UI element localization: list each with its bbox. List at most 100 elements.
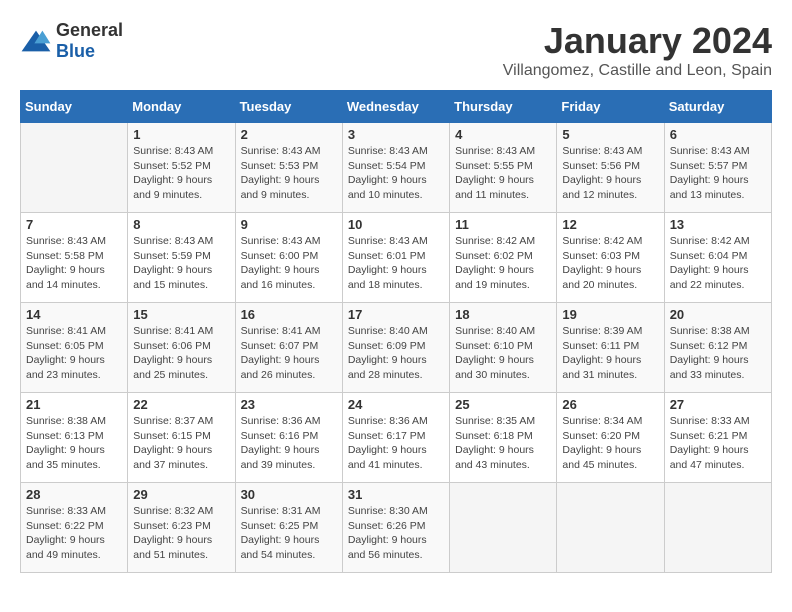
- cell-content: Sunrise: 8:32 AMSunset: 6:23 PMDaylight:…: [133, 504, 229, 563]
- calendar-cell: [557, 483, 664, 573]
- cell-content: Sunrise: 8:43 AMSunset: 6:01 PMDaylight:…: [348, 234, 444, 293]
- day-number: 27: [670, 397, 766, 412]
- header-friday: Friday: [557, 91, 664, 123]
- cell-content: Sunrise: 8:40 AMSunset: 6:10 PMDaylight:…: [455, 324, 551, 383]
- calendar-cell: 11 Sunrise: 8:42 AMSunset: 6:02 PMDayligh…: [450, 213, 557, 303]
- calendar-cell: 17Sunrise: 8:40 AMSunset: 6:09 PMDayligh…: [342, 303, 449, 393]
- day-number: 7: [26, 217, 122, 232]
- calendar-cell: [21, 123, 128, 213]
- header-tuesday: Tuesday: [235, 91, 342, 123]
- cell-content: Sunrise: 8:43 AMSunset: 5:55 PMDaylight:…: [455, 144, 551, 203]
- header-thursday: Thursday: [450, 91, 557, 123]
- cell-content: Sunrise: 8:31 AMSunset: 6:25 PMDaylight:…: [241, 504, 337, 563]
- day-number: 10: [348, 217, 444, 232]
- calendar-cell: 3Sunrise: 8:43 AMSunset: 5:54 PMDaylight…: [342, 123, 449, 213]
- day-number: 29: [133, 487, 229, 502]
- calendar-cell: 9 Sunrise: 8:43 AMSunset: 6:00 PMDaylight…: [235, 213, 342, 303]
- page-header: General Blue January 2024 Villangomez, C…: [20, 20, 772, 80]
- calendar-cell: 31Sunrise: 8:30 AMSunset: 6:26 PMDayligh…: [342, 483, 449, 573]
- calendar-cell: 24 Sunrise: 8:36 AMSunset: 6:17 PMDayligh…: [342, 393, 449, 483]
- cell-content: Sunrise: 8:42 AMSunset: 6:03 PMDaylight:…: [562, 234, 658, 293]
- week-row-2: 7 Sunrise: 8:43 AMSunset: 5:58 PMDaylight…: [21, 213, 772, 303]
- calendar-cell: 19Sunrise: 8:39 AMSunset: 6:11 PMDayligh…: [557, 303, 664, 393]
- day-number: 17: [348, 307, 444, 322]
- cell-content: Sunrise: 8:43 AMSunset: 5:52 PMDaylight:…: [133, 144, 229, 203]
- cell-content: Sunrise: 8:43 AMSunset: 5:58 PMDaylight:…: [26, 234, 122, 293]
- day-number: 19: [562, 307, 658, 322]
- cell-content: Sunrise: 8:30 AMSunset: 6:26 PMDaylight:…: [348, 504, 444, 563]
- day-number: 26: [562, 397, 658, 412]
- day-number: 16: [241, 307, 337, 322]
- cell-content: Sunrise: 8:36 AMSunset: 6:17 PMDaylight:…: [348, 414, 444, 473]
- logo-general: General: [56, 20, 123, 40]
- day-number: 23: [241, 397, 337, 412]
- week-row-4: 21 Sunrise: 8:38 AMSunset: 6:13 PMDayligh…: [21, 393, 772, 483]
- cell-content: Sunrise: 8:34 AMSunset: 6:20 PMDaylight:…: [562, 414, 658, 473]
- logo: General Blue: [20, 20, 123, 62]
- cell-content: Sunrise: 8:33 AMSunset: 6:21 PMDaylight:…: [670, 414, 766, 473]
- calendar-cell: [450, 483, 557, 573]
- calendar-table: Sunday Monday Tuesday Wednesday Thursday…: [20, 90, 772, 573]
- cell-content: Sunrise: 8:38 AMSunset: 6:12 PMDaylight:…: [670, 324, 766, 383]
- calendar-cell: 21 Sunrise: 8:38 AMSunset: 6:13 PMDayligh…: [21, 393, 128, 483]
- day-number: 18: [455, 307, 551, 322]
- day-number: 30: [241, 487, 337, 502]
- header-monday: Monday: [128, 91, 235, 123]
- cell-content: Sunrise: 8:35 AMSunset: 6:18 PMDaylight:…: [455, 414, 551, 473]
- cell-content: Sunrise: 8:41 AMSunset: 6:06 PMDaylight:…: [133, 324, 229, 383]
- week-row-5: 28 Sunrise: 8:33 AMSunset: 6:22 PMDayligh…: [21, 483, 772, 573]
- header-saturday: Saturday: [664, 91, 771, 123]
- cell-content: Sunrise: 8:43 AMSunset: 5:57 PMDaylight:…: [670, 144, 766, 203]
- day-number: 1: [133, 127, 229, 142]
- cell-content: Sunrise: 8:33 AMSunset: 6:22 PMDaylight:…: [26, 504, 122, 563]
- calendar-cell: 18 Sunrise: 8:40 AMSunset: 6:10 PMDayligh…: [450, 303, 557, 393]
- header-wednesday: Wednesday: [342, 91, 449, 123]
- day-number: 24: [348, 397, 444, 412]
- logo-text: General Blue: [56, 20, 123, 62]
- calendar-cell: 12Sunrise: 8:42 AMSunset: 6:03 PMDayligh…: [557, 213, 664, 303]
- day-number: 8: [133, 217, 229, 232]
- day-number: 9: [241, 217, 337, 232]
- calendar-cell: 27 Sunrise: 8:33 AMSunset: 6:21 PMDayligh…: [664, 393, 771, 483]
- day-number: 28: [26, 487, 122, 502]
- header-row: Sunday Monday Tuesday Wednesday Thursday…: [21, 91, 772, 123]
- cell-content: Sunrise: 8:43 AMSunset: 6:00 PMDaylight:…: [241, 234, 337, 293]
- subtitle: Villangomez, Castille and Leon, Spain: [503, 62, 772, 80]
- day-number: 2: [241, 127, 337, 142]
- calendar-cell: 5Sunrise: 8:43 AMSunset: 5:56 PMDaylight…: [557, 123, 664, 213]
- day-number: 11: [455, 217, 551, 232]
- calendar-cell: 13Sunrise: 8:42 AMSunset: 6:04 PMDayligh…: [664, 213, 771, 303]
- calendar-cell: 16Sunrise: 8:41 AMSunset: 6:07 PMDayligh…: [235, 303, 342, 393]
- day-number: 5: [562, 127, 658, 142]
- calendar-cell: 20 Sunrise: 8:38 AMSunset: 6:12 PMDayligh…: [664, 303, 771, 393]
- day-number: 15: [133, 307, 229, 322]
- day-number: 6: [670, 127, 766, 142]
- cell-content: Sunrise: 8:42 AMSunset: 6:02 PMDaylight:…: [455, 234, 551, 293]
- title-section: January 2024 Villangomez, Castille and L…: [503, 20, 772, 80]
- calendar-cell: 25 Sunrise: 8:35 AMSunset: 6:18 PMDayligh…: [450, 393, 557, 483]
- week-row-1: 1 Sunrise: 8:43 AMSunset: 5:52 PMDaylight…: [21, 123, 772, 213]
- calendar-cell: 6 Sunrise: 8:43 AMSunset: 5:57 PMDaylight…: [664, 123, 771, 213]
- day-number: 22: [133, 397, 229, 412]
- day-number: 3: [348, 127, 444, 142]
- cell-content: Sunrise: 8:43 AMSunset: 5:53 PMDaylight:…: [241, 144, 337, 203]
- calendar-cell: 22Sunrise: 8:37 AMSunset: 6:15 PMDayligh…: [128, 393, 235, 483]
- cell-content: Sunrise: 8:42 AMSunset: 6:04 PMDaylight:…: [670, 234, 766, 293]
- calendar-cell: 26 Sunrise: 8:34 AMSunset: 6:20 PMDayligh…: [557, 393, 664, 483]
- calendar-cell: 7 Sunrise: 8:43 AMSunset: 5:58 PMDaylight…: [21, 213, 128, 303]
- calendar-cell: 14 Sunrise: 8:41 AMSunset: 6:05 PMDayligh…: [21, 303, 128, 393]
- logo-icon: [20, 29, 52, 53]
- day-number: 20: [670, 307, 766, 322]
- day-number: 21: [26, 397, 122, 412]
- cell-content: Sunrise: 8:36 AMSunset: 6:16 PMDaylight:…: [241, 414, 337, 473]
- cell-content: Sunrise: 8:38 AMSunset: 6:13 PMDaylight:…: [26, 414, 122, 473]
- day-number: 4: [455, 127, 551, 142]
- calendar-cell: 1 Sunrise: 8:43 AMSunset: 5:52 PMDaylight…: [128, 123, 235, 213]
- calendar-cell: 30 Sunrise: 8:31 AMSunset: 6:25 PMDayligh…: [235, 483, 342, 573]
- calendar-cell: 8Sunrise: 8:43 AMSunset: 5:59 PMDaylight…: [128, 213, 235, 303]
- cell-content: Sunrise: 8:41 AMSunset: 6:05 PMDaylight:…: [26, 324, 122, 383]
- day-number: 25: [455, 397, 551, 412]
- day-number: 14: [26, 307, 122, 322]
- calendar-cell: 2 Sunrise: 8:43 AMSunset: 5:53 PMDaylight…: [235, 123, 342, 213]
- week-row-3: 14 Sunrise: 8:41 AMSunset: 6:05 PMDayligh…: [21, 303, 772, 393]
